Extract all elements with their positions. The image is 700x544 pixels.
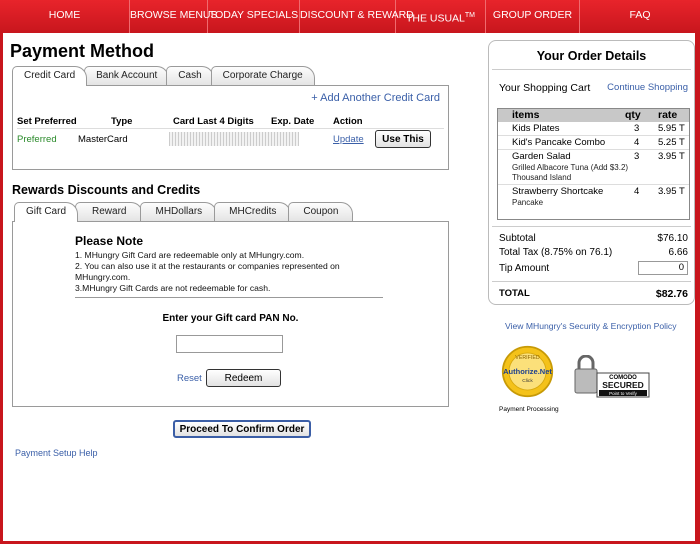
continue-shopping-link[interactable]: Continue Shopping: [607, 82, 688, 93]
cart-item-row: Kid's Pancake Combo 4 5.25 T: [498, 136, 689, 150]
nav-the-usual[interactable]: THE USUALTM: [396, 0, 486, 33]
note-line-3: 3.MHungry Gift Cards are not redeemable …: [75, 283, 271, 293]
redeem-button[interactable]: Redeem: [206, 369, 281, 387]
payment-tabs: Credit Card Bank Account Cash Corporate …: [12, 66, 315, 86]
add-credit-card-link[interactable]: + Add Another Credit Card: [311, 92, 440, 104]
tab-bank-account[interactable]: Bank Account: [84, 66, 170, 85]
security-policy-link[interactable]: View MHungry's Security & Encryption Pol…: [505, 321, 677, 331]
seal-click-text: Click: [522, 378, 533, 384]
cart-label: Your Shopping Cart: [499, 82, 591, 94]
proceed-button[interactable]: Proceed To Confirm Order: [173, 420, 311, 438]
gift-card-panel: Please Note 1. MHungry Gift Card are red…: [12, 221, 449, 407]
cart-item-row: Kids Plates 3 5.95 T: [498, 122, 689, 136]
nav-faq[interactable]: FAQ: [580, 0, 700, 33]
nav-home[interactable]: HOME: [0, 0, 130, 33]
preferred-status: Preferred: [17, 134, 57, 145]
page-content: Payment Method Credit Card Bank Account …: [3, 33, 695, 541]
authorize-net-seal-icon[interactable]: VERIFIED Authorize.Net Click: [501, 345, 554, 398]
note-line-2: 2. You can also use it at the restaurant…: [75, 261, 340, 282]
divider: [492, 226, 691, 227]
comodo-verify-text: Point to Verify: [609, 391, 638, 396]
tab-corporate-charge[interactable]: Corporate Charge: [210, 66, 315, 85]
divider: [492, 69, 691, 70]
note-line-1: 1. MHungry Gift Card are redeemable only…: [75, 250, 305, 260]
nav-discount-reward[interactable]: DISCOUNT & REWARD: [300, 0, 414, 33]
col-set-preferred: Set Preferred: [17, 116, 77, 127]
divider: [75, 297, 383, 298]
order-title: Your Order Details: [536, 49, 647, 63]
divider: [17, 128, 444, 129]
note-lines: 1. MHungry Gift Card are redeemable only…: [75, 250, 383, 294]
col-last-4: Card Last 4 Digits: [173, 116, 254, 127]
tab-mhdollars[interactable]: MHDollars: [140, 202, 218, 221]
cart-item-row: Garden Salad Grilled Albacore Tuna (Add …: [498, 150, 689, 185]
payment-setup-help-link[interactable]: Payment Setup Help: [15, 448, 98, 458]
rewards-tabs: Gift Card Reward MHDollars MHCredits Cou…: [14, 202, 354, 222]
col-items: items: [512, 109, 540, 121]
seal-brand-text: Authorize.Net: [503, 367, 552, 376]
cart-items-table: items qty rate Kids Plates 3 5.95 T Kid'…: [497, 108, 690, 220]
tab-mhcredits[interactable]: MHCredits: [214, 202, 292, 221]
top-nav: HOME BROWSE MENUS TODAY SPECIALS DISCOUN…: [0, 0, 700, 33]
col-type: Type: [111, 116, 133, 127]
card-type: MasterCard: [78, 134, 128, 145]
note-title: Please Note: [75, 234, 144, 248]
seal-top-text: VERIFIED: [515, 355, 540, 361]
reset-link[interactable]: Reset: [177, 373, 202, 384]
gift-card-pan-input[interactable]: [176, 335, 283, 353]
update-link[interactable]: Update: [333, 134, 364, 145]
use-this-button[interactable]: Use This: [375, 130, 431, 148]
payment-processing-caption: Payment Processing: [499, 406, 559, 413]
masked-card-digits: [169, 132, 299, 146]
credit-card-panel: + Add Another Credit Card Set Preferred …: [12, 85, 449, 170]
tip-amount-input[interactable]: 0: [638, 261, 688, 275]
nav-browse-menus[interactable]: BROWSE MENUS: [130, 0, 218, 33]
comodo-secured-text: SECURED: [602, 380, 644, 390]
tab-reward[interactable]: Reward: [75, 202, 144, 221]
nav-today-specials[interactable]: TODAY SPECIALS: [208, 0, 300, 33]
cart-items-header: items qty rate: [498, 109, 689, 122]
tab-credit-card[interactable]: Credit Card: [12, 66, 88, 86]
nav-group-order[interactable]: GROUP ORDER: [486, 0, 580, 33]
tab-gift-card[interactable]: Gift Card: [14, 202, 79, 222]
tab-cash[interactable]: Cash: [166, 66, 214, 85]
tab-coupon[interactable]: Coupon: [288, 202, 354, 221]
col-rate: rate: [658, 109, 678, 121]
col-qty: qty: [625, 109, 641, 121]
rewards-title: Rewards Discounts and Credits: [12, 183, 201, 197]
order-details-panel: Your Order Details Your Shopping Cart Co…: [488, 40, 695, 305]
col-exp-date: Exp. Date: [271, 116, 315, 127]
cart-item-row: Strawberry Shortcake Pancake 4 3.95 T: [512, 186, 685, 207]
divider: [492, 281, 691, 282]
page-title: Payment Method: [10, 41, 155, 61]
pan-label: Enter your Gift card PAN No.: [162, 313, 299, 324]
comodo-secured-icon[interactable]: COMODO SECURED Point to Verify: [571, 355, 651, 403]
col-action: Action: [333, 116, 363, 127]
